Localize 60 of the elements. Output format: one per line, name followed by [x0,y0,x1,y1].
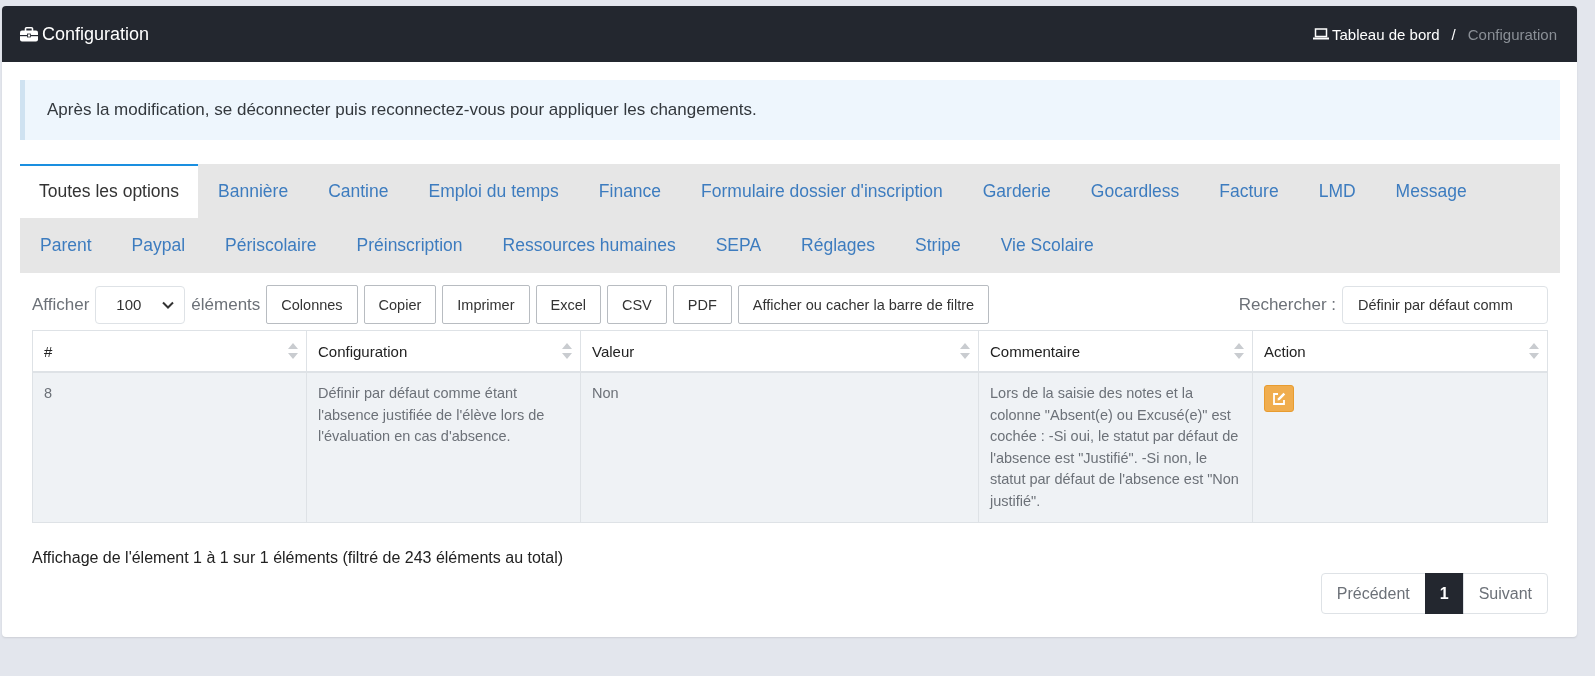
tab[interactable]: Bannière [198,164,309,218]
edit-button[interactable] [1264,385,1294,412]
breadcrumb-link[interactable]: Tableau de bord [1313,25,1440,43]
breadcrumb-separator: / [1451,25,1456,43]
export-button[interactable]: Copier [363,285,437,324]
tab[interactable]: Préinscription [336,218,483,272]
export-button[interactable]: Colonnes [266,285,358,324]
show-label: Afficher [32,294,90,315]
search-label: Rechercher : [1238,294,1336,315]
tab[interactable]: Ressources humaines [482,218,696,272]
sort-icon [1234,343,1244,359]
edit-icon [1272,391,1286,406]
tab[interactable]: Paypal [111,218,206,272]
tab[interactable]: SEPA [695,218,782,272]
tab[interactable]: Cantine [308,164,409,218]
page-title: Configuration [42,23,150,45]
column-header[interactable]: # [44,342,53,360]
table-cell: 8 [44,385,53,401]
table-cell: Définir par défaut comme étant l'absence justifiée de l'élève lors de l'évaluation en cas d'absence. [318,385,545,444]
next-button[interactable]: Suivant [1462,573,1548,614]
column-header[interactable]: Commentaire [990,342,1081,360]
column-header[interactable]: Valeur [592,342,635,360]
tab[interactable]: Garderie [962,164,1071,218]
tab[interactable]: Facture [1199,164,1299,218]
tab[interactable]: Message [1375,164,1487,218]
tab[interactable]: Toutes les options [20,164,199,218]
sort-icon [1529,343,1539,359]
sort-icon [562,343,572,359]
entries-label: éléments [191,294,261,315]
table-info: Affichage de l'élement 1 à 1 sur 1 éléments (filtré de 243 éléments au total) [32,549,565,567]
column-header[interactable]: Configuration [318,342,408,360]
chevron-down-icon [162,300,175,309]
export-button[interactable]: Afficher ou cacher la barre de filtre [737,285,990,324]
previous-button[interactable]: Précédent [1320,573,1426,614]
column-header[interactable]: Action [1264,342,1306,360]
breadcrumb-current: Configuration [1467,25,1557,43]
search-field[interactable]: Définir par défaut comm [1342,285,1548,324]
page-size-select[interactable]: 100 [95,285,186,324]
export-button[interactable]: PDF [672,285,732,324]
tab[interactable]: Finance [578,164,682,218]
tab[interactable]: Parent [20,218,112,272]
tab[interactable]: Vie Scolaire [980,218,1114,272]
tab[interactable]: Stripe [895,218,981,272]
tab[interactable]: Gocardless [1070,164,1200,218]
info-alert: Après la modification, se déconnecter puis reconnectez-vous pour appliquer les changements. [20,80,1560,140]
tab[interactable]: Emploi du temps [408,164,579,218]
page-button[interactable]: 1 [1424,573,1464,614]
export-button[interactable]: Imprimer [442,285,530,324]
export-button[interactable]: CSV [606,285,667,324]
table-cell: Lors de la saisie des notes et la colonne "Absent(e) ou Excusé(e)" est cochée : -Si oui, le statut par défaut de l'absence est "Justifié". -Si non, le statut par défaut de l'absence est "Non justifié". [990,385,1239,509]
tab[interactable]: Formulaire dossier d'inscription [681,164,963,218]
briefcase-icon [20,26,38,42]
laptop-icon [1313,28,1329,40]
export-button[interactable]: Excel [535,285,601,324]
tab[interactable]: Réglages [781,218,896,272]
sort-icon [960,343,970,359]
table-cell: Non [592,385,619,401]
sort-icon [288,343,298,359]
tab[interactable]: Périscolaire [205,218,337,272]
tab[interactable]: LMD [1298,164,1376,218]
